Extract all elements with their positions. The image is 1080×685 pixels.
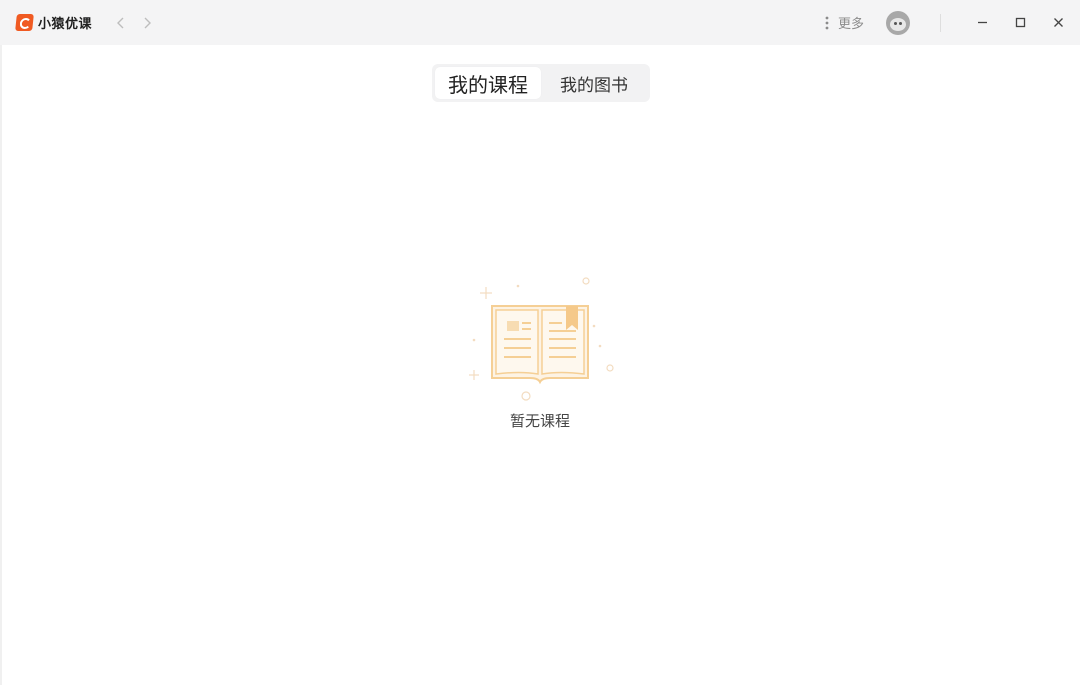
empty-message: 暂无课程: [509, 412, 570, 430]
close-icon: [1053, 18, 1063, 27]
app-logo: 小猿优课: [15, 13, 93, 32]
minimize-button[interactable]: [963, 0, 1001, 45]
tab-my-courses[interactable]: 我的课程: [435, 67, 541, 99]
app-logo-icon: [15, 14, 34, 31]
forward-icon: [144, 17, 152, 28]
back-button[interactable]: [112, 14, 130, 32]
tab-switcher: 我的课程 我的图书: [432, 64, 650, 102]
title-bar: 小猿优课 更多: [0, 0, 1080, 45]
back-icon: [117, 17, 124, 28]
forward-button[interactable]: [138, 14, 156, 32]
window-edge: [0, 45, 2, 685]
empty-state: 暂无课程: [460, 270, 620, 440]
avatar[interactable]: [886, 10, 910, 35]
more-label: 更多: [837, 17, 864, 32]
open-book-icon: [469, 277, 614, 401]
more-vertical-icon: [825, 16, 829, 29]
minimize-icon: [977, 21, 987, 24]
maximize-button[interactable]: [1001, 0, 1039, 45]
app-title: 小猿优课: [38, 17, 93, 32]
close-button[interactable]: [1039, 0, 1077, 45]
more-button[interactable]: 更多: [825, 13, 864, 32]
maximize-icon: [1015, 17, 1025, 28]
divider: [940, 13, 941, 32]
tab-my-books[interactable]: 我的图书: [541, 67, 647, 99]
